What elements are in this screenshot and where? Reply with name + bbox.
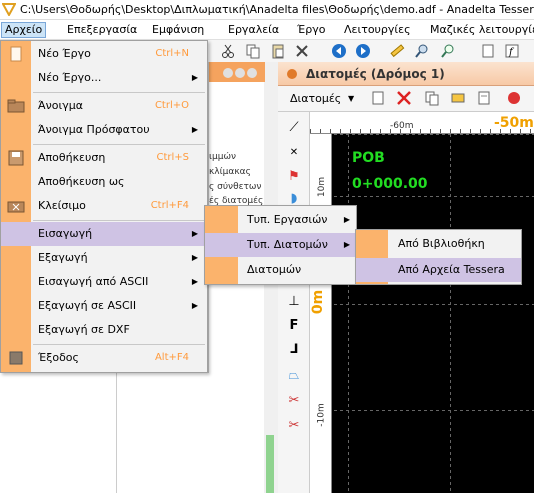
line-tool-icon[interactable]: ⟋ <box>284 118 304 138</box>
typical-sections-submenu: Από Βιβλιοθήκη Από Αρχεία Tessera <box>355 229 522 285</box>
menu-item-import-ascii[interactable]: Εισαγωγή από ASCII ▶ <box>1 270 207 294</box>
menu-item-import[interactable]: Εισαγωγή ▶ <box>1 222 207 246</box>
menu-item-new-project-sub[interactable]: Νέο Έργο... ▶ <box>1 66 207 90</box>
page-icon[interactable] <box>480 43 496 59</box>
title-bar: C:\Users\Θοδωρής\Desktop\Διπλωματική\Ana… <box>0 0 534 20</box>
import-submenu: Τυπ. Εργασιών ▶ Τυπ. Διατομών ▶ Διατομών <box>204 205 357 285</box>
section-window-titlebar: Διατομές (Δρόμος 1) <box>278 62 534 86</box>
export-icon[interactable] <box>476 90 492 106</box>
menu-item-export-dxf[interactable]: Εξαγωγή σε DXF <box>1 318 207 342</box>
hatch-tool-icon[interactable]: ✂ <box>284 391 304 411</box>
menu-item-from-library[interactable]: Από Βιβλιοθήκη <box>356 232 521 256</box>
vertical-ruler: 10m 0m -10m <box>310 134 332 493</box>
zoom-extent-icon[interactable]: ✕ <box>284 143 304 163</box>
f-tool-icon[interactable]: F <box>284 316 304 336</box>
grid-line <box>334 196 534 197</box>
window-title: C:\Users\Θοδωρής\Desktop\Διπλωματική\Ana… <box>20 3 534 16</box>
menu-item-from-tessera-files[interactable]: Από Αρχεία Tessera <box>356 258 521 282</box>
menu-item-open[interactable]: Άνοιγμα Ctrl+O <box>1 94 207 118</box>
file-menu: Νέο Έργο Ctrl+N Νέο Έργο... ▶ Άνοιγμα Ctrl+… <box>0 40 208 373</box>
menu-item-open-recent[interactable]: Άνοιγμα Πρόσφατου ▶ <box>1 118 207 142</box>
menu-item-export-ascii[interactable]: Εξαγωγή σε ASCII ▶ <box>1 294 207 318</box>
vruler-tick-label: 10m <box>317 176 328 198</box>
copy-icon[interactable] <box>245 43 261 59</box>
menu-edit[interactable]: Επεξεργασία <box>64 22 140 38</box>
menu-functions[interactable]: Λειτουργίες <box>341 22 414 38</box>
find-icon[interactable] <box>440 43 456 59</box>
menu-bar: Αρχείο Επεξεργασία Εμφάνιση Εργαλεία Έργ… <box>0 20 534 40</box>
menu-item-export[interactable]: Εξαγωγή ▶ <box>1 246 207 270</box>
section-window-title: Διατομές (Δρόμος 1) <box>306 67 445 81</box>
scrollbar[interactable] <box>266 435 274 493</box>
zoom-icon[interactable] <box>414 43 430 59</box>
flag-icon[interactable]: ⚑ <box>284 167 304 187</box>
tools-icon[interactable] <box>450 90 466 106</box>
new-section-icon[interactable] <box>370 90 386 106</box>
menu-tools[interactable]: Εργαλεία <box>225 22 282 38</box>
menu-batch-functions[interactable]: Μαζικές λειτουργίε <box>427 22 534 38</box>
menu-item-close[interactable]: Κλείσιμο Ctrl+F4 <box>1 194 207 218</box>
menu-separator <box>33 144 205 145</box>
tree-item[interactable]: ς σύνθετων <box>209 182 265 192</box>
lower-white-area <box>0 373 264 493</box>
back-icon[interactable] <box>331 43 347 59</box>
menu-file[interactable]: Αρχείο <box>1 22 47 38</box>
ruler-ticks <box>310 129 534 133</box>
close-project-icon <box>7 201 25 213</box>
function-icon[interactable]: f <box>504 43 520 59</box>
open-folder-icon <box>7 99 25 113</box>
exit-icon <box>9 351 23 365</box>
vertical-tool-icon[interactable]: ⊥ <box>284 292 304 312</box>
vruler-tick-label: -10m <box>316 403 327 427</box>
grid-line <box>334 410 534 411</box>
panel-divider <box>116 373 117 493</box>
horizontal-ruler: -60m -50m <box>310 112 534 134</box>
section-canvas[interactable] <box>310 112 534 493</box>
grid-line <box>334 304 534 305</box>
ruler-icon[interactable] <box>389 43 405 59</box>
delete-icon[interactable] <box>294 43 310 59</box>
grid-line <box>348 134 349 493</box>
main-toolbar-right <box>284 40 534 62</box>
save-icon <box>8 150 24 166</box>
menu-separator <box>33 92 205 93</box>
menu-separator <box>33 220 205 221</box>
forward-icon[interactable] <box>355 43 371 59</box>
window-icon <box>287 69 297 79</box>
section-toolbar: Διατομές ▼ <box>278 86 534 112</box>
new-project-icon <box>10 46 22 62</box>
vruler-current-label: 0m <box>310 289 327 315</box>
paste-icon[interactable] <box>270 43 286 59</box>
menu-separator <box>33 344 205 345</box>
station-label: 0+000.00 <box>352 176 428 192</box>
menu-item-exit[interactable]: Έξοδος Alt+F4 <box>1 346 207 370</box>
pob-label: POB <box>352 150 385 166</box>
j-tool-icon[interactable]: ⅃ <box>284 340 304 360</box>
menu-view[interactable]: Εμφάνιση <box>149 22 207 38</box>
menu-item-save-as[interactable]: Αποθήκευση ως <box>1 170 207 194</box>
duplicate-icon[interactable] <box>424 90 440 106</box>
menu-item-new-project[interactable]: Νέο Έργο Ctrl+N <box>1 42 207 66</box>
record-icon[interactable] <box>506 90 522 106</box>
menu-project[interactable]: Έργο <box>294 22 328 38</box>
grid-line <box>450 134 451 493</box>
grid-line <box>334 134 534 135</box>
menu-item-save[interactable]: Αποθήκευση Ctrl+S <box>1 146 207 170</box>
tree-item[interactable]: ιμμών <box>209 152 265 162</box>
chevron-down-icon: ▼ <box>348 94 355 103</box>
menu-item-typical-works[interactable]: Τυπ. Εργασιών ▶ <box>205 208 356 232</box>
menu-item-sections[interactable]: Διατομών <box>205 258 356 282</box>
cut-tool-icon[interactable]: ✂ <box>284 416 304 436</box>
cut-icon[interactable] <box>220 43 236 59</box>
delete-section-icon[interactable] <box>396 90 412 106</box>
app-logo-icon <box>2 3 16 16</box>
menu-item-typical-sections[interactable]: Τυπ. Διατομών ▶ <box>205 233 356 257</box>
panel-controls-icon[interactable] <box>223 67 257 79</box>
tree-item[interactable]: κλίμακας <box>209 167 265 177</box>
section-type-dropdown[interactable]: Διατομές ▼ <box>284 90 354 108</box>
profile-tool-icon[interactable]: ⏢ <box>284 366 304 386</box>
